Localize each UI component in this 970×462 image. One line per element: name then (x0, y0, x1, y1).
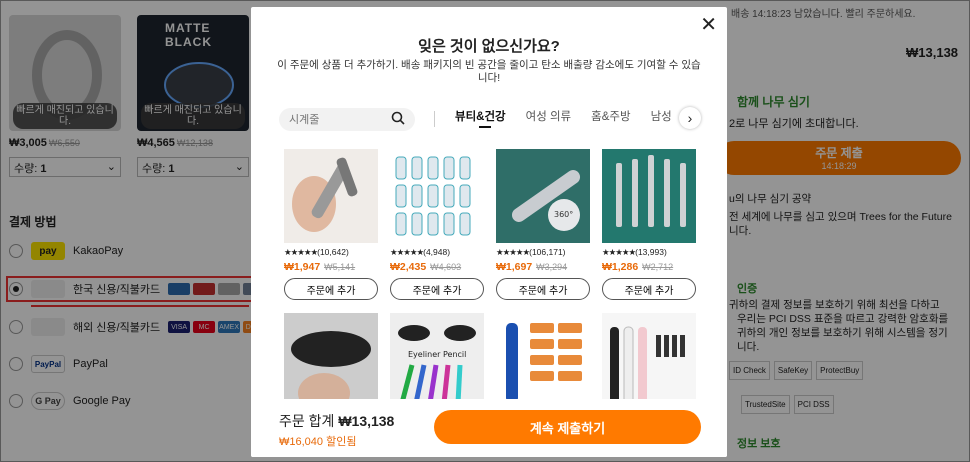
product-card[interactable]: 360° ★★★★★(106,171) ₩1,697 ₩3,294 주문에 추가 (496, 149, 590, 300)
add-to-order-button[interactable]: 주문에 추가 (390, 278, 484, 300)
product-card[interactable]: ★★★★★(4,948) ₩2,435 ₩4,603 주문에 추가 (390, 149, 484, 300)
tab-beauty-health[interactable]: 뷰티&건강 (455, 108, 506, 130)
add-to-order-button[interactable]: 주문에 추가 (496, 278, 590, 300)
add-to-order-button[interactable]: 주문에 추가 (284, 278, 378, 300)
electric-toothbrush-image (602, 313, 696, 407)
ear-cleaner-image: 360° (496, 149, 590, 243)
search-icon[interactable] (391, 111, 405, 128)
nose-trimmer-image (284, 149, 378, 243)
tab-men[interactable]: 남성 (651, 108, 672, 130)
modal-footer: 주문 합계 ₩13,138 ₩16,040 할인됨 계속 제출하기 (251, 399, 727, 457)
product-card[interactable] (284, 313, 378, 407)
svg-text:360°: 360° (554, 210, 573, 219)
product-card[interactable] (496, 313, 590, 407)
order-total: 주문 합계 ₩13,138 (279, 413, 395, 429)
razor-image (496, 313, 590, 407)
search-input[interactable] (289, 113, 389, 126)
svg-text:Eyeliner Pencil: Eyeliner Pencil (408, 350, 466, 359)
category-tabs: 뷰티&건강 여성 의류 홈&주방 남성 (455, 108, 675, 132)
chevron-right-icon[interactable]: › (679, 107, 701, 129)
modal-subtitle: 이 주문에 상품 더 추가하기. 배송 패키지의 빈 공간을 줄이고 탄소 배출… (277, 59, 701, 84)
eyeliner-image: Eyeliner Pencil (390, 313, 484, 407)
toothbrush-heads-image (390, 149, 484, 243)
tab-women-clothing[interactable]: 여성 의류 (526, 108, 572, 130)
product-card[interactable]: ★★★★★(10,642) ₩1,947 ₩5,141 주문에 추가 (284, 149, 378, 300)
tab-home-kitchen[interactable]: 홈&주방 (591, 108, 630, 130)
search-box[interactable] (279, 108, 415, 131)
savings-text: ₩16,040 할인됨 (279, 436, 357, 448)
add-to-order-button[interactable]: 주문에 추가 (602, 278, 696, 300)
modal-title: 잊은 것이 없으신가요? (418, 38, 560, 55)
product-card[interactable] (602, 313, 696, 407)
product-card[interactable]: ★★★★★(13,993) ₩1,286 ₩2,712 주문에 추가 (602, 149, 696, 300)
upsell-modal: ✕ 잊은 것이 없으신가요? 이 주문에 상품 더 추가하기. 배송 패키지의 … (251, 7, 727, 457)
sleep-mask-image (284, 313, 378, 407)
continue-submit-button[interactable]: 계속 제출하기 (434, 410, 701, 444)
product-card[interactable]: Eyeliner Pencil (390, 313, 484, 407)
nail-file-image (602, 149, 696, 243)
close-icon[interactable]: ✕ (700, 15, 717, 35)
